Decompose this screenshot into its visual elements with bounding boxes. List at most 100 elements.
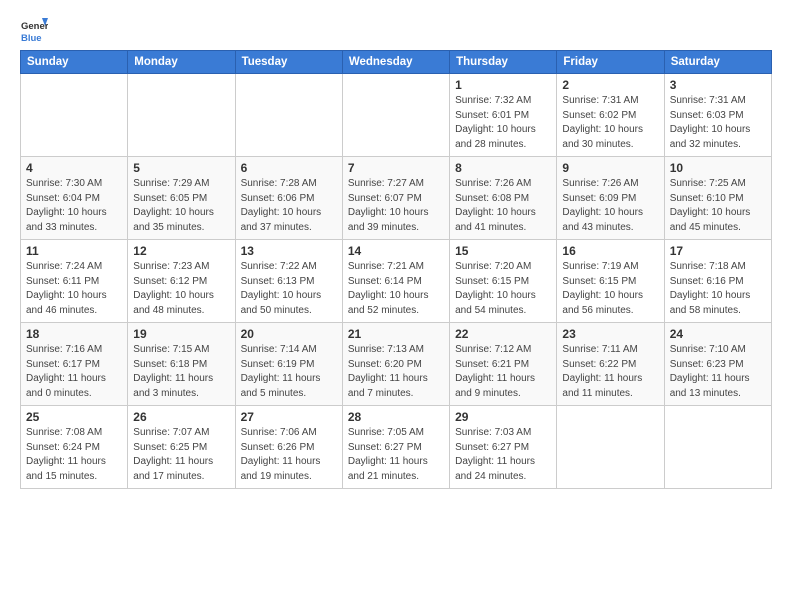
calendar-cell: 5 Sunrise: 7:29 AM Sunset: 6:05 PM Daylig… xyxy=(128,157,235,240)
day-number: 4 xyxy=(26,161,122,175)
calendar-cell: 10 Sunrise: 7:25 AM Sunset: 6:10 PM Dayli… xyxy=(664,157,771,240)
day-number: 22 xyxy=(455,327,551,341)
calendar-cell: 12Sunrise: 7:23 AM Sunset: 6:12 PM Dayli… xyxy=(128,240,235,323)
day-number: 17 xyxy=(670,244,766,258)
day-detail: Sunrise: 7:24 AM Sunset: 6:11 PM Dayligh… xyxy=(26,260,122,318)
week-row-1: 1 Sunrise: 7:32 AM Sunset: 6:01 PM Daylig… xyxy=(21,74,772,157)
day-number: 5 xyxy=(133,161,229,175)
calendar-cell: 7 Sunrise: 7:27 AM Sunset: 6:07 PM Daylig… xyxy=(342,157,449,240)
day-header-thursday: Thursday xyxy=(450,51,557,74)
calendar-cell: 21Sunrise: 7:13 AM Sunset: 6:20 PM Dayli… xyxy=(342,323,449,406)
header-row: SundayMondayTuesdayWednesdayThursdayFrid… xyxy=(21,51,772,74)
calendar-cell: 6 Sunrise: 7:28 AM Sunset: 6:06 PM Daylig… xyxy=(235,157,342,240)
day-detail: Sunrise: 7:19 AM Sunset: 6:15 PM Dayligh… xyxy=(562,260,658,318)
week-row-4: 18Sunrise: 7:16 AM Sunset: 6:17 PM Dayli… xyxy=(21,323,772,406)
calendar-header: SundayMondayTuesdayWednesdayThursdayFrid… xyxy=(21,51,772,74)
day-number: 6 xyxy=(241,161,337,175)
day-number: 28 xyxy=(348,410,444,424)
week-row-5: 25 Sunrise: 7:08 AM Sunset: 6:24 PM Dayli… xyxy=(21,406,772,489)
day-detail: Sunrise: 7:06 AM Sunset: 6:26 PM Dayligh… xyxy=(241,426,337,484)
day-number: 8 xyxy=(455,161,551,175)
week-row-3: 11 Sunrise: 7:24 AM Sunset: 6:11 PM Dayli… xyxy=(21,240,772,323)
day-detail: Sunrise: 7:08 AM Sunset: 6:24 PM Dayligh… xyxy=(26,426,122,484)
calendar-cell: 11 Sunrise: 7:24 AM Sunset: 6:11 PM Dayli… xyxy=(21,240,128,323)
day-number: 3 xyxy=(670,78,766,92)
calendar-cell: 29Sunrise: 7:03 AM Sunset: 6:27 PM Dayli… xyxy=(450,406,557,489)
day-detail: Sunrise: 7:12 AM Sunset: 6:21 PM Dayligh… xyxy=(455,343,551,401)
svg-text:Blue: Blue xyxy=(21,33,42,44)
day-detail: Sunrise: 7:21 AM Sunset: 6:14 PM Dayligh… xyxy=(348,260,444,318)
calendar-cell: 4 Sunrise: 7:30 AM Sunset: 6:04 PM Daylig… xyxy=(21,157,128,240)
day-number: 1 xyxy=(455,78,551,92)
day-number: 24 xyxy=(670,327,766,341)
calendar-body: 1 Sunrise: 7:32 AM Sunset: 6:01 PM Daylig… xyxy=(21,74,772,489)
week-row-2: 4 Sunrise: 7:30 AM Sunset: 6:04 PM Daylig… xyxy=(21,157,772,240)
day-number: 27 xyxy=(241,410,337,424)
day-header-wednesday: Wednesday xyxy=(342,51,449,74)
calendar-cell: 14 Sunrise: 7:21 AM Sunset: 6:14 PM Dayli… xyxy=(342,240,449,323)
calendar-cell: 25 Sunrise: 7:08 AM Sunset: 6:24 PM Dayli… xyxy=(21,406,128,489)
calendar-cell xyxy=(342,74,449,157)
day-number: 18 xyxy=(26,327,122,341)
day-header-monday: Monday xyxy=(128,51,235,74)
day-number: 19 xyxy=(133,327,229,341)
day-number: 14 xyxy=(348,244,444,258)
calendar-cell xyxy=(128,74,235,157)
day-detail: Sunrise: 7:25 AM Sunset: 6:10 PM Dayligh… xyxy=(670,177,766,235)
day-detail: Sunrise: 7:18 AM Sunset: 6:16 PM Dayligh… xyxy=(670,260,766,318)
day-header-saturday: Saturday xyxy=(664,51,771,74)
day-number: 16 xyxy=(562,244,658,258)
day-number: 2 xyxy=(562,78,658,92)
day-detail: Sunrise: 7:27 AM Sunset: 6:07 PM Dayligh… xyxy=(348,177,444,235)
day-detail: Sunrise: 7:31 AM Sunset: 6:03 PM Dayligh… xyxy=(670,94,766,152)
calendar-cell: 16 Sunrise: 7:19 AM Sunset: 6:15 PM Dayli… xyxy=(557,240,664,323)
day-number: 9 xyxy=(562,161,658,175)
day-detail: Sunrise: 7:30 AM Sunset: 6:04 PM Dayligh… xyxy=(26,177,122,235)
day-header-sunday: Sunday xyxy=(21,51,128,74)
day-detail: Sunrise: 7:29 AM Sunset: 6:05 PM Dayligh… xyxy=(133,177,229,235)
calendar-cell xyxy=(235,74,342,157)
day-detail: Sunrise: 7:26 AM Sunset: 6:09 PM Dayligh… xyxy=(562,177,658,235)
calendar-cell: 1 Sunrise: 7:32 AM Sunset: 6:01 PM Daylig… xyxy=(450,74,557,157)
header: General Blue xyxy=(20,16,772,44)
calendar-cell: 2 Sunrise: 7:31 AM Sunset: 6:02 PM Daylig… xyxy=(557,74,664,157)
logo-svg: General Blue xyxy=(20,16,48,44)
calendar-cell: 15 Sunrise: 7:20 AM Sunset: 6:15 PM Dayli… xyxy=(450,240,557,323)
day-detail: Sunrise: 7:23 AM Sunset: 6:12 PM Dayligh… xyxy=(133,260,229,318)
day-detail: Sunrise: 7:32 AM Sunset: 6:01 PM Dayligh… xyxy=(455,94,551,152)
calendar-cell: 24 Sunrise: 7:10 AM Sunset: 6:23 PM Dayli… xyxy=(664,323,771,406)
calendar-cell: 22 Sunrise: 7:12 AM Sunset: 6:21 PM Dayli… xyxy=(450,323,557,406)
calendar-cell: 13 Sunrise: 7:22 AM Sunset: 6:13 PM Dayli… xyxy=(235,240,342,323)
calendar-cell: 18Sunrise: 7:16 AM Sunset: 6:17 PM Dayli… xyxy=(21,323,128,406)
day-number: 29 xyxy=(455,410,551,424)
day-detail: Sunrise: 7:11 AM Sunset: 6:22 PM Dayligh… xyxy=(562,343,658,401)
day-number: 15 xyxy=(455,244,551,258)
day-detail: Sunrise: 7:20 AM Sunset: 6:15 PM Dayligh… xyxy=(455,260,551,318)
day-number: 11 xyxy=(26,244,122,258)
day-detail: Sunrise: 7:10 AM Sunset: 6:23 PM Dayligh… xyxy=(670,343,766,401)
calendar-cell xyxy=(557,406,664,489)
day-number: 21 xyxy=(348,327,444,341)
day-detail: Sunrise: 7:05 AM Sunset: 6:27 PM Dayligh… xyxy=(348,426,444,484)
calendar-cell: 23Sunrise: 7:11 AM Sunset: 6:22 PM Dayli… xyxy=(557,323,664,406)
day-detail: Sunrise: 7:22 AM Sunset: 6:13 PM Dayligh… xyxy=(241,260,337,318)
calendar-cell xyxy=(21,74,128,157)
calendar-cell: 19 Sunrise: 7:15 AM Sunset: 6:18 PM Dayli… xyxy=(128,323,235,406)
day-header-tuesday: Tuesday xyxy=(235,51,342,74)
day-detail: Sunrise: 7:31 AM Sunset: 6:02 PM Dayligh… xyxy=(562,94,658,152)
day-number: 25 xyxy=(26,410,122,424)
calendar-cell: 27 Sunrise: 7:06 AM Sunset: 6:26 PM Dayli… xyxy=(235,406,342,489)
calendar-cell: 26Sunrise: 7:07 AM Sunset: 6:25 PM Dayli… xyxy=(128,406,235,489)
calendar-table: SundayMondayTuesdayWednesdayThursdayFrid… xyxy=(20,50,772,489)
day-detail: Sunrise: 7:07 AM Sunset: 6:25 PM Dayligh… xyxy=(133,426,229,484)
day-number: 7 xyxy=(348,161,444,175)
calendar-cell xyxy=(664,406,771,489)
calendar-cell: 9 Sunrise: 7:26 AM Sunset: 6:09 PM Daylig… xyxy=(557,157,664,240)
day-detail: Sunrise: 7:28 AM Sunset: 6:06 PM Dayligh… xyxy=(241,177,337,235)
day-number: 10 xyxy=(670,161,766,175)
calendar-cell: 3 Sunrise: 7:31 AM Sunset: 6:03 PM Daylig… xyxy=(664,74,771,157)
day-detail: Sunrise: 7:26 AM Sunset: 6:08 PM Dayligh… xyxy=(455,177,551,235)
day-number: 13 xyxy=(241,244,337,258)
day-detail: Sunrise: 7:15 AM Sunset: 6:18 PM Dayligh… xyxy=(133,343,229,401)
day-header-friday: Friday xyxy=(557,51,664,74)
